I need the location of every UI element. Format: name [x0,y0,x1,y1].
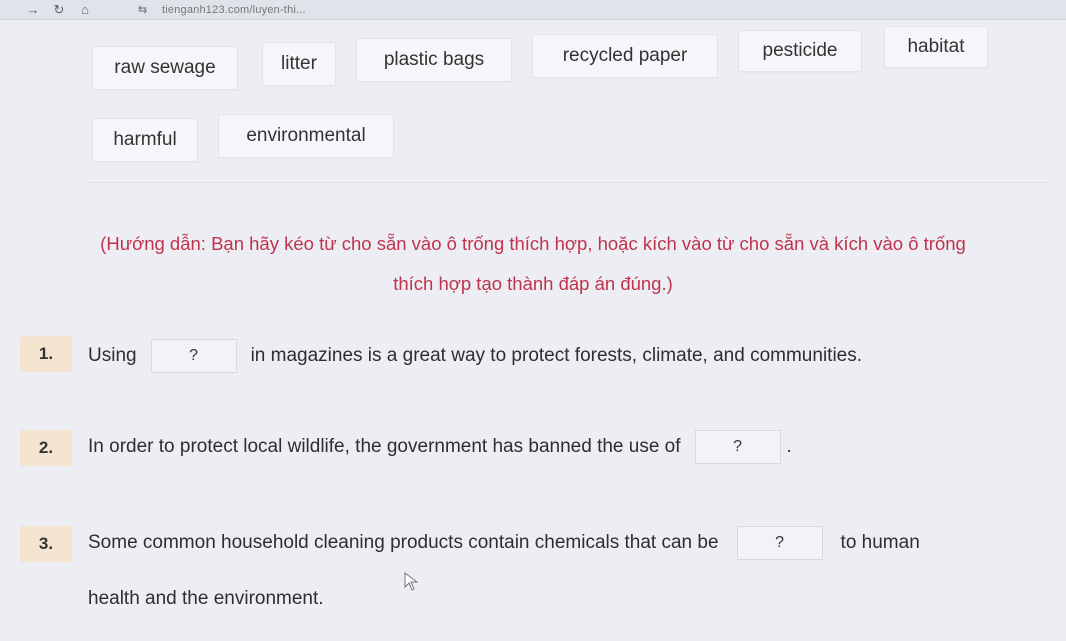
question-1-before: Using [88,345,137,366]
word-chip-plastic-bags[interactable]: plastic bags [356,38,512,82]
instructions: (Hướng dẫn: Bạn hãy kéo từ cho sẵn vào ô… [0,224,1066,304]
mouse-cursor-icon [404,572,419,591]
word-chip-pesticide[interactable]: pesticide [738,30,862,72]
question-3-after: to human [840,532,920,553]
question-3-blank[interactable]: ? [736,526,823,560]
word-chip-environmental[interactable]: environmental [218,114,394,158]
reload-icon[interactable]: ↻ [46,0,72,20]
browser-toolbar: → ↻ ⌂ ⇆ tienganh123.com/luyen-thi... [0,0,1066,20]
instructions-line-1: (Hướng dẫn: Bạn hãy kéo từ cho sẵn vào ô… [100,233,966,254]
question-1-after: in magazines is a great way to protect f… [250,345,863,366]
question-3-text: Some common household cleaning products … [88,522,920,564]
address-bar-url[interactable]: tienganh123.com/luyen-thi... [162,4,306,16]
section-divider [88,182,1048,183]
question-3-before: Some common household cleaning products … [88,532,719,553]
site-settings-icon[interactable]: ⇆ [138,4,154,16]
question-2-after: . [786,436,792,457]
word-chip-recycled-paper[interactable]: recycled paper [532,34,718,78]
question-1-number: 1. [20,336,72,372]
question-2-blank[interactable]: ? [694,430,781,464]
word-chip-habitat[interactable]: habitat [884,26,988,68]
question-2-number: 2. [20,430,72,466]
word-chip-harmful[interactable]: harmful [92,118,198,162]
question-1-blank[interactable]: ? [150,339,237,373]
home-icon[interactable]: ⌂ [72,0,98,20]
forward-arrow-icon[interactable]: → [20,0,46,20]
question-2-before: In order to protect local wildlife, the … [88,436,681,457]
question-1-text: Using ? in magazines is a great way to p… [88,336,862,376]
question-2-text: In order to protect local wildlife, the … [88,426,792,468]
instructions-line-2: thích hợp tạo thành đáp án đúng.) [393,273,673,294]
question-3-text-line-2: health and the environment. [88,588,324,609]
word-chip-litter[interactable]: litter [262,42,336,86]
word-chip-raw-sewage[interactable]: raw sewage [92,46,238,90]
question-3-number: 3. [20,526,72,562]
